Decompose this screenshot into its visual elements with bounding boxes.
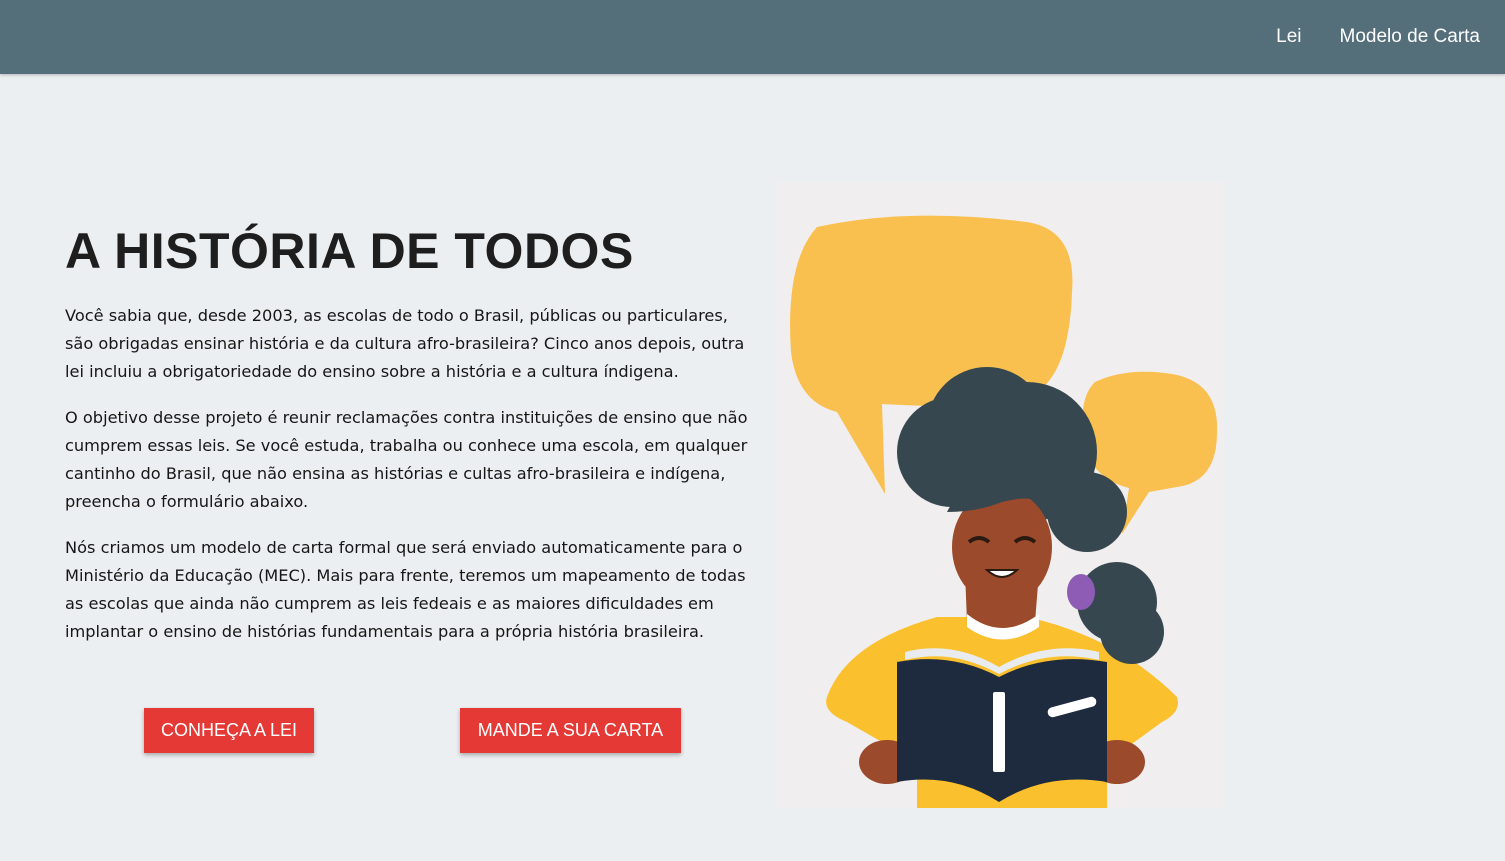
hair-tie [1067,574,1095,610]
conheca-a-lei-button[interactable]: CONHEÇA A LEI [144,708,314,753]
page-title: A HISTÓRIA DE TODOS [65,223,634,279]
intro-paragraph-3: Nós criamos um modelo de carta formal qu… [65,538,746,641]
nav-link-modelo-de-carta[interactable]: Modelo de Carta [1340,26,1480,48]
nav-link-lei[interactable]: Lei [1276,26,1301,48]
girl-reading-book-illustration [777,182,1224,808]
top-navbar: Lei Modelo de Carta [0,0,1505,74]
nav-links: Lei Modelo de Carta [1276,0,1480,74]
intro-paragraph-1: Você sabia que, desde 2003, as escolas d… [65,306,745,381]
mande-a-sua-carta-button[interactable]: MANDE A SUA CARTA [460,708,681,753]
intro-paragraph-2: O objetivo desse projeto é reunir reclam… [65,408,748,511]
hero-content: A HISTÓRIA DE TODOS Você sabia que, desd… [65,222,755,664]
